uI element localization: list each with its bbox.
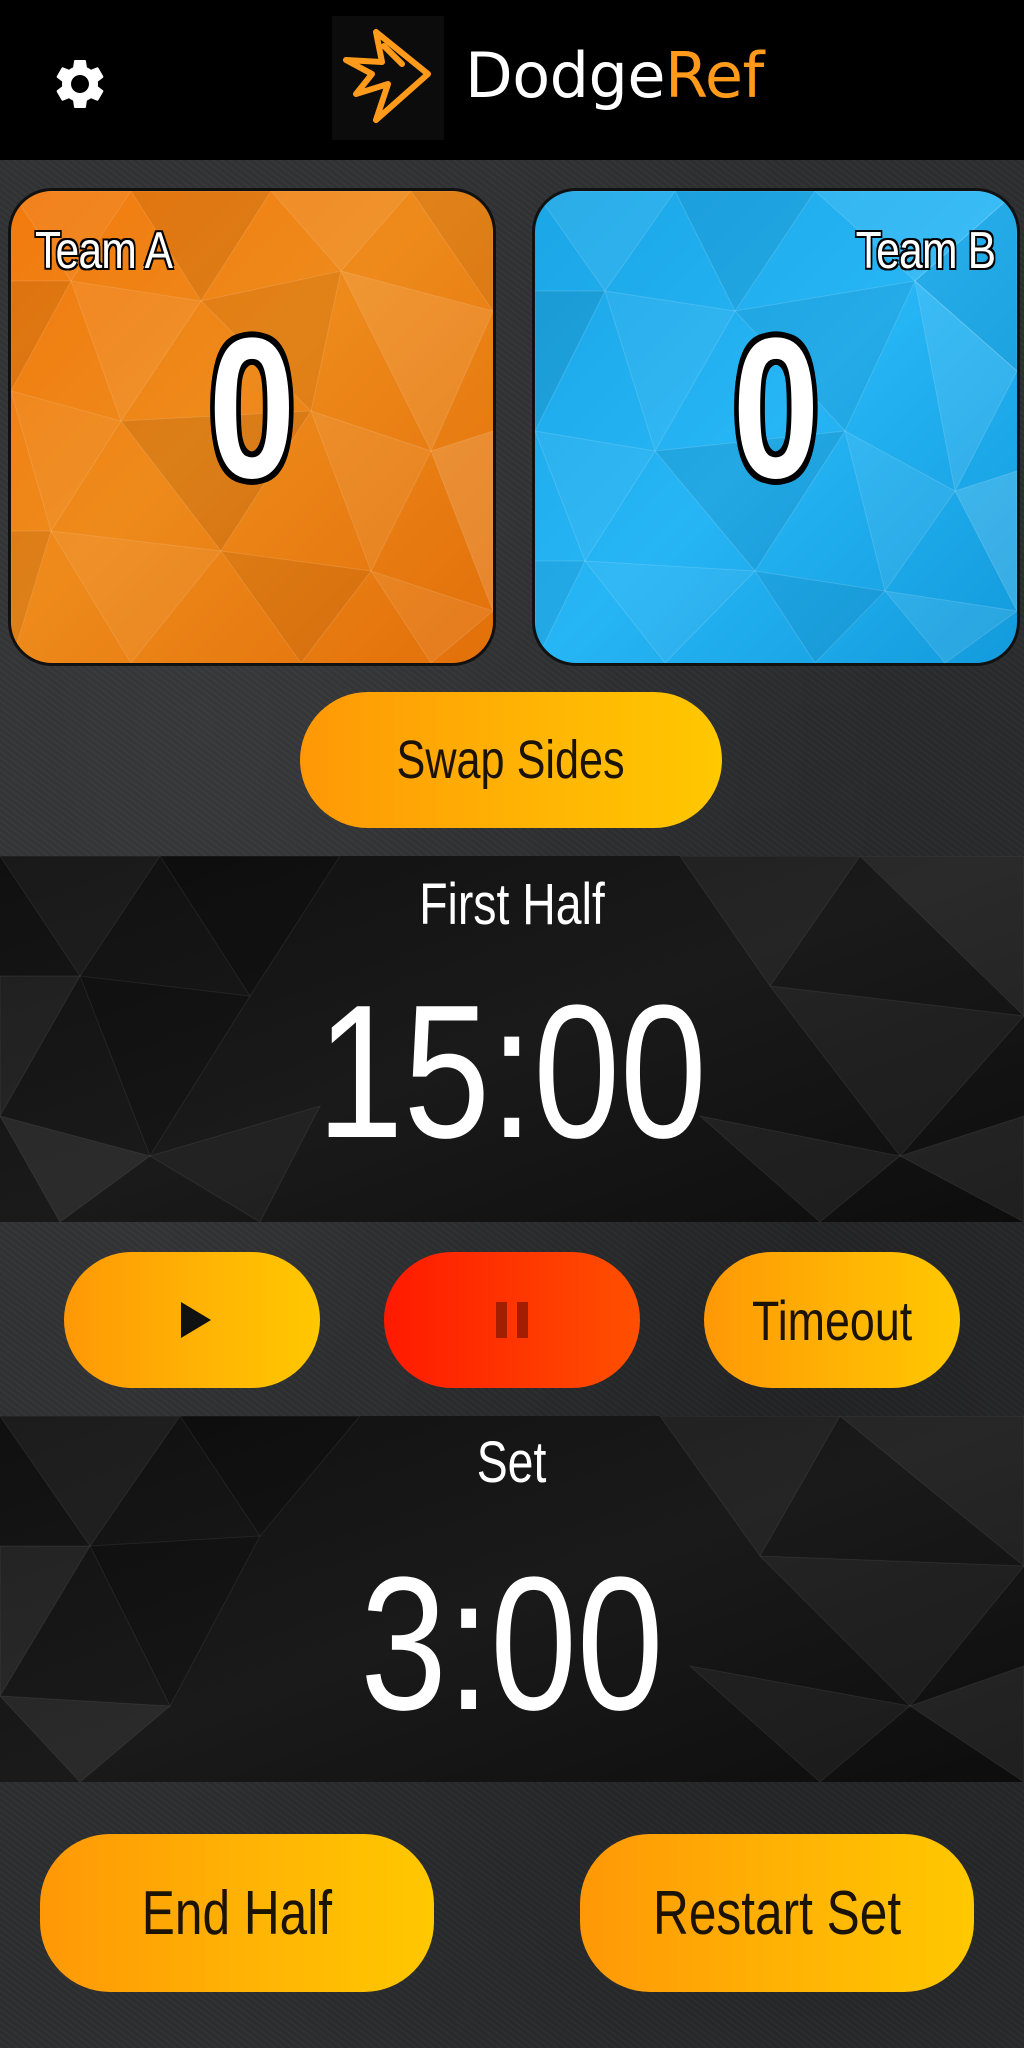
app-bar: DodgeRef [0, 0, 1024, 160]
set-clock[interactable]: 3:00 [0, 1544, 1024, 1744]
dodgeref-logo-icon [343, 29, 431, 123]
team-a-score[interactable]: 0 [64, 299, 440, 519]
pause-button[interactable] [384, 1252, 640, 1388]
period-label: First Half [0, 870, 1024, 940]
team-b-name: Team B [855, 221, 997, 281]
team-a-card[interactable]: Team A 0 [8, 188, 496, 666]
set-label-text: Set [477, 1430, 547, 1495]
set-clock-panel: Set 3:00 [0, 1416, 1024, 1782]
timeout-label: Timeout [751, 1288, 913, 1352]
gear-icon [56, 59, 104, 108]
set-label: Set [0, 1428, 1024, 1498]
end-half-button[interactable]: End Half [40, 1834, 434, 1992]
settings-button[interactable] [50, 54, 110, 114]
brand-accent: Ref [665, 39, 764, 112]
play-icon [181, 1302, 211, 1338]
swap-sides-button[interactable]: Swap Sides [300, 692, 722, 828]
restart-set-label: Restart Set [652, 1878, 902, 1948]
pause-icon [496, 1302, 528, 1338]
game-clock-panel: First Half 15:00 [0, 856, 1024, 1222]
logo [332, 16, 444, 140]
team-a-name: Team A [34, 221, 174, 281]
team-b-score[interactable]: 0 [588, 299, 964, 519]
timeout-button[interactable]: Timeout [704, 1252, 960, 1388]
game-clock-time: 15:00 [317, 966, 707, 1178]
brand-primary: Dodge [465, 39, 666, 112]
period-label-text: First Half [419, 872, 605, 937]
set-clock-time: 3:00 [360, 1538, 664, 1750]
team-b-card[interactable]: Team B 0 [532, 188, 1020, 666]
restart-set-button[interactable]: Restart Set [580, 1834, 974, 1992]
play-button[interactable] [64, 1252, 320, 1388]
end-half-label: End Half [141, 1878, 333, 1948]
swap-sides-label: Swap Sides [396, 730, 626, 790]
game-clock[interactable]: 15:00 [0, 972, 1024, 1172]
app-title: DodgeRef [465, 38, 764, 114]
